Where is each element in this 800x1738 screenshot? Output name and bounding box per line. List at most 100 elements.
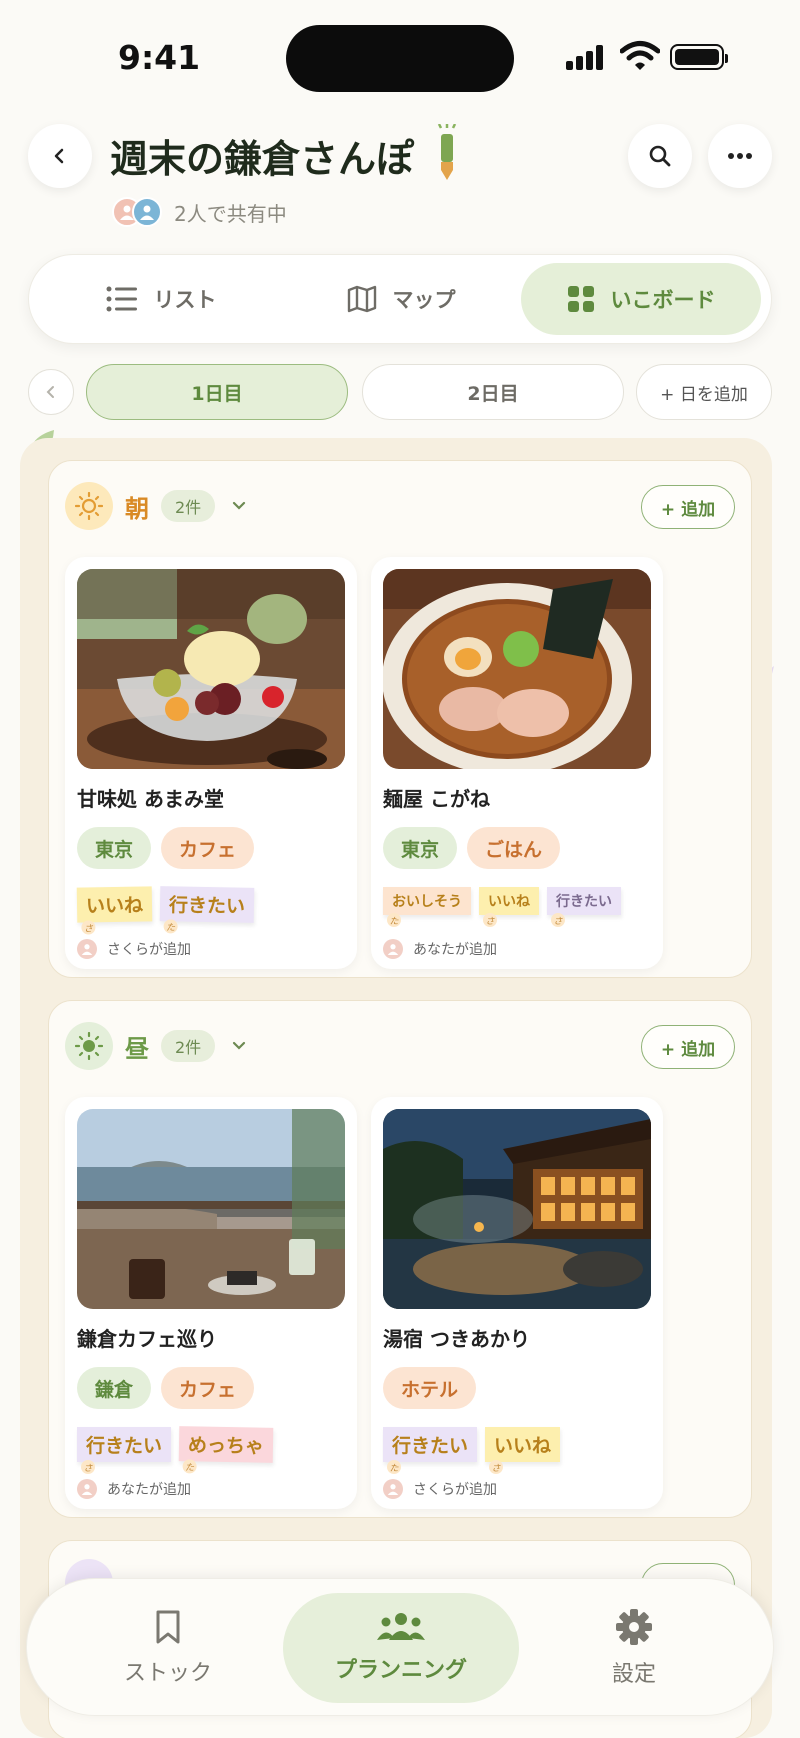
tab-label: いこボード bbox=[610, 288, 716, 312]
prev-day-button[interactable] bbox=[28, 369, 74, 415]
nav-label: 設定 bbox=[611, 1662, 656, 1687]
added-by: あなたが追加 bbox=[77, 1479, 191, 1499]
sticky-note[interactable]: いいねさ bbox=[479, 887, 539, 927]
sunrise-icon bbox=[65, 482, 113, 530]
add-item-button[interactable]: + 追加 bbox=[641, 1025, 735, 1069]
user-icon bbox=[383, 1479, 403, 1499]
user-avatar: さ bbox=[483, 913, 497, 927]
tag-chip[interactable]: 東京 bbox=[383, 827, 458, 869]
grid-icon bbox=[567, 286, 594, 312]
section-morning: 朝 2件 + 追加 甘味処 あまみ堂 東京 カフェ いいね さ 行きたい た さ… bbox=[48, 460, 752, 978]
tab-map[interactable]: マップ bbox=[281, 263, 521, 335]
gear-icon bbox=[616, 1609, 652, 1645]
search-button[interactable] bbox=[628, 124, 692, 188]
chevron-down-icon[interactable] bbox=[231, 1038, 247, 1054]
nav-settings[interactable]: 設定 bbox=[529, 1593, 739, 1703]
cellular-signal-icon bbox=[566, 44, 608, 70]
user-icon bbox=[140, 205, 154, 220]
user-icon bbox=[77, 1479, 97, 1499]
sticky-note[interactable]: 行きたいさ bbox=[547, 887, 621, 927]
add-day-button[interactable]: + 日を追加 bbox=[636, 364, 772, 420]
item-count-badge: 2件 bbox=[161, 490, 216, 522]
place-name: 鎌倉カフェ巡り bbox=[77, 1327, 217, 1351]
tag-chip[interactable]: カフェ bbox=[161, 1367, 255, 1409]
added-by: さくらが追加 bbox=[77, 939, 191, 959]
tab-ikoboard[interactable]: いこボード bbox=[521, 263, 761, 335]
sticky-note[interactable]: いいねさ bbox=[485, 1427, 561, 1474]
reaction-stickies: いいねさ 行きたいた bbox=[76, 886, 255, 935]
day-tab-2[interactable]: 2日目 bbox=[362, 364, 624, 420]
reaction-stickies: 行きたいさ めっちゃた bbox=[77, 1426, 274, 1474]
sticky-note[interactable]: 行きたいた bbox=[159, 886, 255, 934]
nav-stock[interactable]: ストック bbox=[63, 1593, 273, 1703]
user-icon bbox=[383, 939, 403, 959]
place-name: 甘味処 あまみ堂 bbox=[77, 787, 224, 811]
more-icon bbox=[728, 153, 752, 159]
tag-list: 鎌倉 カフェ bbox=[77, 1367, 255, 1409]
tab-list[interactable]: リスト bbox=[41, 263, 281, 335]
item-count-badge: 2件 bbox=[161, 1030, 216, 1062]
search-icon bbox=[649, 145, 671, 167]
section-header[interactable]: 昼 2件 bbox=[65, 1021, 247, 1071]
people-icon bbox=[377, 1613, 425, 1640]
tab-label: マップ bbox=[392, 288, 456, 312]
sticky-note[interactable]: めっちゃた bbox=[178, 1426, 274, 1474]
more-button[interactable] bbox=[708, 124, 772, 188]
view-tabs: リスト マップ いこボード bbox=[28, 254, 772, 344]
sticky-note[interactable]: 行きたいた bbox=[383, 1427, 478, 1474]
battery-icon bbox=[670, 44, 728, 70]
day-selector: 1日目 2日目 + 日を追加 bbox=[28, 364, 772, 420]
nav-planning[interactable]: プランニング bbox=[283, 1593, 519, 1703]
add-item-button[interactable]: + 追加 bbox=[641, 485, 735, 529]
user-avatar: さ bbox=[81, 1460, 95, 1474]
tag-chip[interactable]: カフェ bbox=[161, 827, 255, 869]
tag-chip[interactable]: 東京 bbox=[77, 827, 152, 869]
back-button[interactable] bbox=[28, 124, 92, 188]
sticky-label: 行きたい bbox=[168, 894, 246, 918]
sticky-label: おいしそう bbox=[392, 894, 462, 910]
chevron-down-icon[interactable] bbox=[231, 498, 247, 514]
user-icon bbox=[77, 939, 97, 959]
day-tab-1[interactable]: 1日目 bbox=[86, 364, 348, 420]
added-by: さくらが追加 bbox=[383, 1479, 497, 1499]
place-name: 麺屋 こがね bbox=[383, 787, 490, 811]
sticky-label: めっちゃ bbox=[187, 1434, 265, 1458]
avatar bbox=[132, 197, 162, 227]
tag-list: 東京 ごはん bbox=[383, 827, 561, 869]
user-avatar: た bbox=[163, 919, 178, 934]
user-avatar: さ bbox=[551, 913, 565, 927]
bottom-navigation: ストック プランニング 設定 bbox=[26, 1578, 774, 1716]
status-time: 9:41 bbox=[118, 38, 201, 77]
sticky-note[interactable]: 行きたいさ bbox=[77, 1427, 172, 1474]
sticky-note[interactable]: いいねさ bbox=[76, 886, 153, 935]
section-title: 朝 bbox=[125, 494, 149, 523]
reaction-stickies: 行きたいた いいねさ bbox=[383, 1427, 561, 1474]
tag-chip[interactable]: ホテル bbox=[383, 1367, 477, 1409]
shared-info[interactable]: 2人で共有中 bbox=[112, 196, 287, 228]
place-photo bbox=[77, 569, 345, 769]
dynamic-island bbox=[286, 25, 514, 92]
place-name: 湯宿 つきあかり bbox=[383, 1327, 530, 1351]
sticky-note[interactable]: おいしそうた bbox=[383, 887, 471, 927]
user-avatar: た bbox=[387, 913, 401, 927]
tag-chip[interactable]: ごはん bbox=[467, 827, 561, 869]
tab-label: リスト bbox=[153, 288, 217, 312]
section-header[interactable]: 朝 2件 bbox=[65, 481, 247, 531]
user-avatar: さ bbox=[489, 1460, 504, 1474]
user-avatar: さ bbox=[81, 920, 96, 935]
place-photo bbox=[383, 1109, 651, 1309]
added-by: あなたが追加 bbox=[383, 939, 497, 959]
user-avatar: た bbox=[182, 1459, 197, 1474]
place-card[interactable]: 麺屋 こがね 東京 ごはん おいしそうた いいねさ 行きたいさ あなたが追加 bbox=[371, 557, 663, 969]
place-card[interactable]: 湯宿 つきあかり ホテル 行きたいた いいねさ さくらが追加 bbox=[371, 1097, 663, 1509]
sticky-label: いいね bbox=[494, 1435, 552, 1457]
tag-list: 東京 カフェ bbox=[77, 827, 255, 869]
added-by-text: あなたが追加 bbox=[413, 942, 497, 958]
added-by-text: あなたが追加 bbox=[107, 1482, 191, 1498]
section-noon: 昼 2件 + 追加 鎌倉カフェ巡り 鎌倉 カフェ 行きたい さ めっちゃ た あ… bbox=[48, 1000, 752, 1518]
wifi-icon bbox=[620, 41, 660, 70]
place-card[interactable]: 甘味処 あまみ堂 東京 カフェ いいねさ 行きたいた さくらが追加 bbox=[65, 557, 357, 969]
place-card[interactable]: 鎌倉カフェ巡り 鎌倉 カフェ 行きたいさ めっちゃた あなたが追加 bbox=[65, 1097, 357, 1509]
sticky-label: 行きたい bbox=[556, 894, 612, 910]
tag-chip[interactable]: 鎌倉 bbox=[77, 1367, 152, 1409]
